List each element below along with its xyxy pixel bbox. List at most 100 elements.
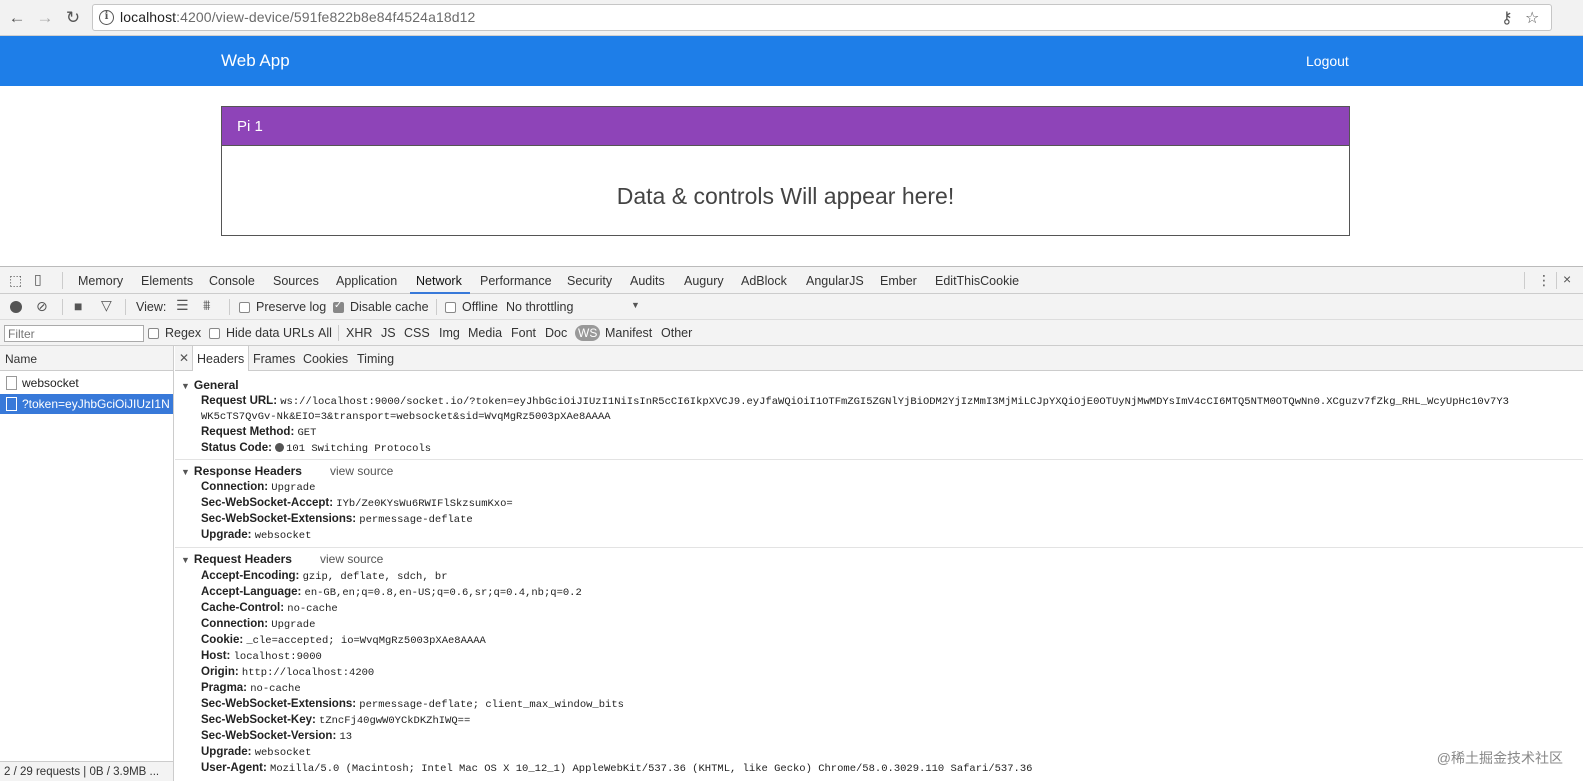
header-value: _cle=accepted; io=WvqMgRz5003pXAe8AAAA xyxy=(246,635,485,647)
tab-memory[interactable]: Memory xyxy=(78,274,123,288)
filter-doc[interactable]: Doc xyxy=(545,326,567,340)
name-column-header[interactable]: Name xyxy=(5,352,37,366)
filter-manifest[interactable]: Manifest xyxy=(605,326,652,340)
offline-checkbox[interactable] xyxy=(445,302,456,313)
filter-input[interactable] xyxy=(4,325,144,342)
response-headers-section-header[interactable]: ▼ Response Headers xyxy=(181,464,302,478)
tab-adblock[interactable]: AdBlock xyxy=(741,274,787,288)
header-value: permessage-deflate xyxy=(359,514,472,526)
header-key: Origin: xyxy=(201,666,239,678)
header-value: http://localhost:4200 xyxy=(242,667,374,679)
tab-elements[interactable]: Elements xyxy=(141,274,193,288)
disable-cache-checkbox[interactable] xyxy=(333,302,344,313)
logout-link[interactable]: Logout xyxy=(1306,53,1349,69)
more-options-icon[interactable]: ⋮ xyxy=(1537,272,1551,289)
filter-ws[interactable]: WS xyxy=(575,325,600,341)
close-detail-icon[interactable]: ✕ xyxy=(179,351,189,365)
collapse-triangle-icon: ▼ xyxy=(181,555,190,565)
general-title: General xyxy=(194,378,239,392)
header-key: Pragma: xyxy=(201,682,247,694)
header-value: IYb/Ze0KYsWu6RWIFlSkzsumKxo= xyxy=(336,498,512,510)
request-row[interactable]: websocket xyxy=(0,373,173,393)
record-icon[interactable] xyxy=(10,301,22,313)
tab-sources[interactable]: Sources xyxy=(273,274,319,288)
tab-headers[interactable]: Headers xyxy=(192,346,249,371)
view-source-link[interactable]: view source xyxy=(330,464,393,478)
offline-label: Offline xyxy=(462,300,498,314)
collapse-triangle-icon: ▼ xyxy=(181,467,190,477)
large-rows-icon[interactable]: ☰ xyxy=(176,297,189,314)
regex-label: Regex xyxy=(165,326,201,340)
tab-augury[interactable]: Augury xyxy=(684,274,724,288)
filter-img[interactable]: Img xyxy=(439,326,460,340)
filter-icon[interactable]: ▽ xyxy=(101,297,112,314)
regex-checkbox[interactable] xyxy=(148,328,159,339)
chevron-down-icon[interactable]: ▼ xyxy=(631,300,640,310)
tab-audits[interactable]: Audits xyxy=(630,274,665,288)
request-row-selected[interactable]: ?token=eyJhbGciOiJIUzI1NiIsInR5cCI6IkpXV… xyxy=(0,394,173,414)
header-value: permessage-deflate; client_max_window_bi… xyxy=(359,699,624,711)
header-value: localhost:9000 xyxy=(234,651,322,663)
header-value: 13 xyxy=(339,731,352,743)
separator xyxy=(436,299,437,315)
tab-cookies[interactable]: Cookies xyxy=(303,352,348,366)
header-value: no-cache xyxy=(287,603,337,615)
request-name: websocket xyxy=(22,376,170,390)
request-url-value-cont: WK5cTS7QvGv-Nk&EIO=3&transport=websocket… xyxy=(201,411,611,423)
tab-console[interactable]: Console xyxy=(209,274,255,288)
response-headers-title: Response Headers xyxy=(194,464,302,478)
section-divider xyxy=(175,547,1583,548)
request-summary: 2 / 29 requests | 0B / 3.9MB ... xyxy=(4,766,172,778)
request-name: ?token=eyJhbGciOiJIUzI1NiIsInR5cCI6IkpXV… xyxy=(22,397,170,411)
header-row: Cookie: _cle=accepted; io=WvqMgRz5003pXA… xyxy=(201,634,486,647)
device-toolbar-icon[interactable]: ▯ xyxy=(34,271,42,288)
request-headers-section-header[interactable]: ▼Request Headers xyxy=(181,552,292,566)
filter-other[interactable]: Other xyxy=(661,326,692,340)
forward-arrow-icon[interactable]: → xyxy=(34,7,56,29)
back-arrow-icon[interactable]: ← xyxy=(6,7,28,29)
header-value: Upgrade xyxy=(271,619,315,631)
tab-ember[interactable]: Ember xyxy=(880,274,917,288)
inspect-element-icon[interactable]: ⬚ xyxy=(9,272,22,289)
address-bar[interactable]: i localhost:4200/view-device/591fe822b8e… xyxy=(92,4,1552,31)
tab-frames[interactable]: Frames xyxy=(253,352,295,366)
tab-network[interactable]: Network xyxy=(416,274,462,288)
tab-security[interactable]: Security xyxy=(567,274,612,288)
header-value: 101 Switching Protocols xyxy=(286,443,431,455)
preserve-log-checkbox[interactable] xyxy=(239,302,250,313)
status-dot-icon xyxy=(275,443,284,452)
info-icon[interactable]: i xyxy=(99,10,114,25)
general-section-header[interactable]: ▼ General xyxy=(181,378,239,392)
tab-application[interactable]: Application xyxy=(336,274,397,288)
card-title: Pi 1 xyxy=(237,118,263,135)
header-row: Sec-WebSocket-Key: tZncFj40gwW0YCkDKZhIW… xyxy=(201,714,470,727)
tab-editthiscookie[interactable]: EditThisCookie xyxy=(935,274,1019,288)
star-icon[interactable]: ☆ xyxy=(1525,8,1539,28)
filter-css[interactable]: CSS xyxy=(404,326,430,340)
camera-icon[interactable]: ■ xyxy=(74,298,82,314)
app-navbar: Web App Logout xyxy=(0,36,1583,86)
key-icon[interactable]: ⚷ xyxy=(1501,8,1513,28)
hide-data-urls-checkbox[interactable] xyxy=(209,328,220,339)
filter-all[interactable]: All xyxy=(318,326,332,340)
filter-js[interactable]: JS xyxy=(381,326,396,340)
app-brand[interactable]: Web App xyxy=(221,51,290,71)
filter-media[interactable]: Media xyxy=(468,326,502,340)
header-row: Host: localhost:9000 xyxy=(201,650,322,663)
clear-icon[interactable]: ⊘ xyxy=(36,298,48,315)
throttling-select[interactable]: No throttling xyxy=(506,300,573,314)
header-key: Status Code: xyxy=(201,442,272,454)
view-source-link[interactable]: view source xyxy=(320,552,383,566)
close-devtools-icon[interactable]: × xyxy=(1563,271,1571,287)
collapse-triangle-icon: ▼ xyxy=(181,381,190,391)
tab-timing[interactable]: Timing xyxy=(357,352,394,366)
view-label: View: xyxy=(136,300,166,314)
header-row: Accept-Language: en-GB,en;q=0.8,en-US;q=… xyxy=(201,586,582,599)
filter-font[interactable]: Font xyxy=(511,326,536,340)
overview-icon[interactable]: ⩩ xyxy=(203,297,210,314)
network-toolbar: ⊘ ■ ▽ View: ☰ ⩩ Preserve log Disable cac… xyxy=(0,294,1583,320)
filter-xhr[interactable]: XHR xyxy=(346,326,372,340)
reload-icon[interactable]: ↻ xyxy=(62,7,84,29)
tab-performance[interactable]: Performance xyxy=(480,274,552,288)
tab-angularjs[interactable]: AngularJS xyxy=(806,274,864,288)
